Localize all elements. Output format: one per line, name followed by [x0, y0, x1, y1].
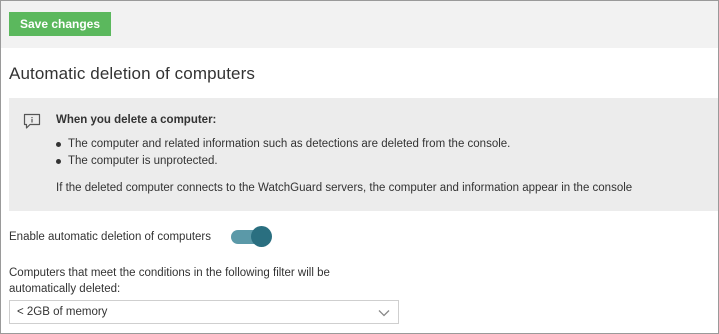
toggle-knob: [251, 226, 272, 247]
bullet-text: The computer is unprotected.: [68, 155, 218, 167]
bullet-icon: [56, 159, 61, 164]
save-changes-button[interactable]: Save changes: [9, 12, 111, 36]
info-heading: When you delete a computer:: [56, 114, 217, 126]
list-item: The computer is unprotected.: [56, 153, 510, 170]
filter-select[interactable]: < 2GB of memory: [9, 300, 399, 324]
enable-auto-deletion-toggle[interactable]: [231, 226, 272, 248]
action-bar: Save changes: [1, 1, 718, 48]
settings-page: Save changes Automatic deletion of compu…: [0, 0, 719, 334]
list-item: The computer and related information suc…: [56, 136, 510, 153]
chevron-down-icon: [378, 308, 390, 317]
bullet-text: The computer and related information suc…: [68, 138, 511, 150]
filter-select-value: < 2GB of memory: [17, 306, 108, 318]
comment-info-icon: [23, 113, 41, 130]
filter-description: Computers that meet the conditions in th…: [9, 267, 330, 295]
enable-auto-deletion-label: Enable automatic deletion of computers: [9, 231, 212, 243]
info-bullet-list: The computer and related information suc…: [56, 136, 510, 170]
info-note: If the deleted computer connects to the …: [56, 182, 633, 194]
bullet-icon: [56, 142, 61, 147]
page-title: Automatic deletion of computers: [9, 64, 255, 83]
info-panel: When you delete a computer: The computer…: [9, 98, 718, 211]
